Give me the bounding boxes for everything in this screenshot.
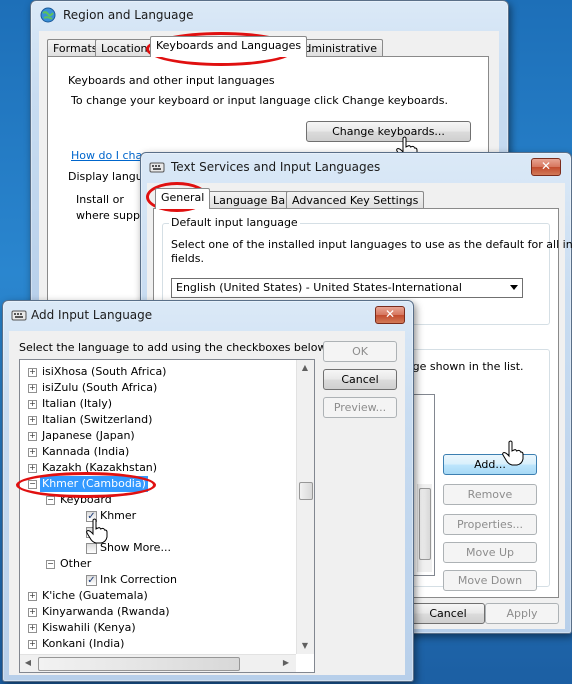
scroll-up-icon[interactable]: ▲: [297, 360, 313, 376]
default-input-language-combo[interactable]: English (United States) - United States-…: [171, 278, 523, 298]
hand-cursor-icon: [86, 518, 108, 544]
other-label: Other: [60, 557, 92, 570]
add-input-title: Add Input Language: [31, 308, 153, 322]
tree-item-label: Italian (Switzerland): [42, 413, 153, 426]
expand-icon[interactable]: +: [28, 384, 37, 393]
tree-vertical-scrollbar[interactable]: ▲ ▼: [296, 360, 314, 654]
tree-item-label-selected: Khmer (Cambodia): [40, 476, 148, 492]
remove-button[interactable]: Remove: [443, 484, 537, 505]
ink-correction-label: Ink Correction: [100, 573, 177, 586]
collapse-icon[interactable]: −: [28, 480, 37, 489]
hand-cursor-icon: [502, 440, 524, 466]
collapse-icon[interactable]: −: [46, 560, 55, 569]
tree-vertical-scroll-thumb[interactable]: [299, 482, 313, 500]
tree-item-label: K'iche (Guatemala): [42, 589, 148, 602]
chevron-down-icon: [510, 285, 518, 290]
expand-icon[interactable]: +: [28, 432, 37, 441]
tab-language-bar[interactable]: Language Bar: [207, 191, 296, 209]
preview-button[interactable]: Preview...: [323, 397, 397, 418]
default-input-language-value: English (United States) - United States-…: [176, 281, 462, 294]
tree-item-label: isiXhosa (South Africa): [42, 365, 167, 378]
region-window-title: Region and Language: [63, 8, 194, 22]
default-input-desc-line1: Select one of the installed input langua…: [171, 238, 572, 251]
close-icon: ✕: [384, 307, 396, 321]
scroll-left-icon[interactable]: ◀: [20, 655, 36, 671]
expand-icon[interactable]: +: [28, 592, 37, 601]
text-services-cancel-button[interactable]: Cancel: [411, 603, 485, 624]
add-input-language-window: Add Input Language ✕ Select the language…: [2, 300, 414, 682]
tab-location[interactable]: Location: [95, 39, 154, 57]
text-services-titlebar[interactable]: Text Services and Input Languages ✕: [141, 153, 571, 181]
text-services-title: Text Services and Input Languages: [171, 160, 381, 174]
tree-item-label: Japanese (Japan): [42, 429, 135, 442]
ink-correction-checkbox[interactable]: ✓: [86, 575, 97, 586]
tab-general[interactable]: General: [155, 188, 211, 209]
close-icon: ✕: [540, 159, 552, 173]
display-language-group-label: Display langu: [68, 170, 143, 183]
keyboards-group-label: Keyboards and other input languages: [68, 74, 275, 87]
tab-keyboards-and-languages[interactable]: Keyboards and Languages: [150, 36, 308, 57]
move-down-button[interactable]: Move Down: [443, 570, 537, 591]
ok-button[interactable]: OK: [323, 341, 397, 362]
properties-button[interactable]: Properties...: [443, 514, 537, 535]
expand-icon[interactable]: +: [28, 416, 37, 425]
expand-icon[interactable]: +: [28, 640, 37, 649]
tree-item-label: Konkani (India): [42, 637, 125, 650]
move-up-button[interactable]: Move Up: [443, 542, 537, 563]
installed-list-scroll-thumb[interactable]: [419, 488, 431, 560]
apply-button[interactable]: Apply: [485, 603, 559, 624]
add-input-instruction: Select the language to add using the che…: [19, 341, 329, 354]
tree-item-label: Kazakh (Kazakhstan): [42, 461, 158, 474]
tree-item-label: isiZulu (South Africa): [42, 381, 158, 394]
add-input-client: Select the language to add using the che…: [9, 331, 405, 675]
close-button[interactable]: ✕: [375, 306, 405, 324]
change-keyboards-button[interactable]: Change keyboards...: [306, 121, 471, 142]
expand-icon[interactable]: +: [28, 448, 37, 457]
keyboard-label: Keyboard: [60, 493, 112, 506]
keyboards-group-description: To change your keyboard or input languag…: [71, 94, 448, 107]
add-input-cancel-button[interactable]: Cancel: [323, 369, 397, 390]
tree-item-label: Kiswahili (Kenya): [42, 621, 136, 634]
keyboard-icon: [11, 310, 27, 321]
tree-item-label: Kannada (India): [42, 445, 130, 458]
expand-icon[interactable]: +: [28, 624, 37, 633]
show-more-checkbox[interactable]: [86, 543, 97, 554]
language-tree[interactable]: + isiXhosa (South Africa) + isiZulu (Sou…: [19, 359, 315, 673]
default-input-group-label: Default input language: [169, 216, 300, 229]
expand-icon[interactable]: +: [28, 368, 37, 377]
globe-icon: [40, 7, 56, 23]
region-titlebar[interactable]: Region and Language: [31, 1, 508, 29]
expand-icon[interactable]: +: [28, 400, 37, 409]
tree-horizontal-scrollbar[interactable]: ◀ ▶: [20, 654, 296, 672]
tree-item-label: Italian (Italy): [42, 397, 113, 410]
scroll-right-icon[interactable]: ▶: [278, 655, 294, 671]
collapse-icon[interactable]: −: [46, 496, 55, 505]
how-do-i-change-link[interactable]: How do I cha: [71, 149, 142, 162]
tab-advanced-key-settings[interactable]: Advanced Key Settings: [286, 191, 425, 209]
keyboard-icon: [149, 162, 165, 173]
tree-horizontal-scroll-thumb[interactable]: [38, 657, 240, 671]
expand-icon[interactable]: +: [28, 608, 37, 617]
expand-icon[interactable]: +: [28, 464, 37, 473]
display-language-line2: where suppo: [76, 209, 147, 222]
show-more-label: Show More...: [100, 541, 171, 554]
scroll-down-icon[interactable]: ▼: [297, 638, 313, 654]
display-language-line1: Install or: [76, 193, 124, 206]
add-input-titlebar[interactable]: Add Input Language ✕: [3, 301, 413, 329]
installed-list-scrollbar[interactable]: [417, 484, 432, 572]
default-input-desc-line2: fields.: [171, 252, 204, 265]
close-button[interactable]: ✕: [531, 158, 561, 176]
tree-item-label: Kinyarwanda (Rwanda): [42, 605, 170, 618]
